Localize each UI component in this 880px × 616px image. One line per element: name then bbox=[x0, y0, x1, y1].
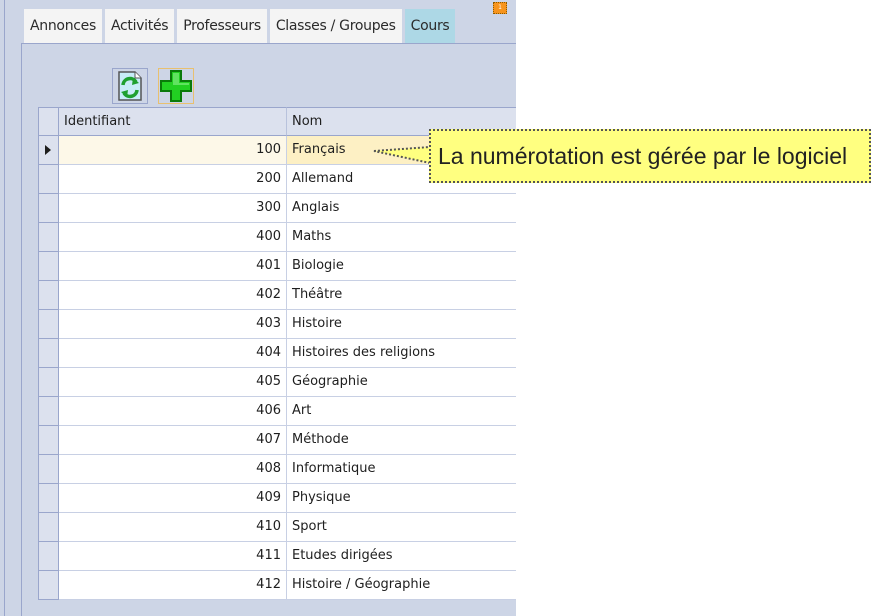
row-header[interactable] bbox=[38, 426, 59, 455]
cell-identifiant[interactable]: 200 bbox=[59, 165, 287, 194]
column-header-identifiant[interactable]: Identifiant bbox=[59, 107, 287, 136]
cell-nom[interactable]: Histoire bbox=[287, 310, 516, 339]
cell-identifiant[interactable]: 411 bbox=[59, 542, 287, 571]
row-header[interactable] bbox=[38, 223, 59, 252]
row-header[interactable] bbox=[38, 571, 59, 600]
cell-identifiant[interactable]: 409 bbox=[59, 484, 287, 513]
tab-annonces[interactable]: Annonces bbox=[24, 9, 102, 43]
cell-identifiant[interactable]: 403 bbox=[59, 310, 287, 339]
cell-identifiant[interactable]: 406 bbox=[59, 397, 287, 426]
table-row[interactable]: 405 Géographie bbox=[38, 368, 516, 397]
table-row[interactable]: 404 Histoires des religions bbox=[38, 339, 516, 368]
tab-cours[interactable]: Cours bbox=[404, 9, 456, 43]
cell-identifiant[interactable]: 402 bbox=[59, 281, 287, 310]
cell-identifiant[interactable]: 400 bbox=[59, 223, 287, 252]
row-header[interactable] bbox=[38, 484, 59, 513]
cell-identifiant[interactable]: 300 bbox=[59, 194, 287, 223]
row-header[interactable] bbox=[38, 252, 59, 281]
table-row[interactable]: 407 Méthode bbox=[38, 426, 516, 455]
row-header[interactable] bbox=[38, 310, 59, 339]
cell-nom[interactable]: Histoires des religions bbox=[287, 339, 516, 368]
table-row[interactable]: 410 Sport bbox=[38, 513, 516, 542]
cell-nom[interactable]: Géographie bbox=[287, 368, 516, 397]
table-row[interactable]: 406 Art bbox=[38, 397, 516, 426]
row-header[interactable] bbox=[38, 397, 59, 426]
cell-nom[interactable]: Méthode bbox=[287, 426, 516, 455]
table-row[interactable]: 401 Biologie bbox=[38, 252, 516, 281]
tab-classes-groupes[interactable]: Classes / Groupes bbox=[269, 9, 402, 43]
cell-nom[interactable]: Informatique bbox=[287, 455, 516, 484]
cell-identifiant[interactable]: 412 bbox=[59, 571, 287, 600]
row-header[interactable] bbox=[38, 165, 59, 194]
cell-nom[interactable]: Sport bbox=[287, 513, 516, 542]
row-header[interactable] bbox=[38, 513, 59, 542]
row-header[interactable] bbox=[38, 542, 59, 571]
current-row-indicator-icon bbox=[45, 145, 51, 155]
row-header[interactable] bbox=[38, 281, 59, 310]
row-header[interactable] bbox=[38, 368, 59, 397]
table-row[interactable]: 400 Maths bbox=[38, 223, 516, 252]
window-border bbox=[4, 0, 5, 616]
annotation-callout: La numérotation est gérée par le logicie… bbox=[429, 129, 871, 183]
cell-identifiant[interactable]: 405 bbox=[59, 368, 287, 397]
cell-nom[interactable]: Biologie bbox=[287, 252, 516, 281]
notification-badge: 1 bbox=[493, 2, 507, 14]
app-window: Annonces Activités Professeurs Classes /… bbox=[0, 0, 516, 616]
table-row[interactable]: 409 Physique bbox=[38, 484, 516, 513]
tab-activites[interactable]: Activités bbox=[104, 9, 175, 43]
tab-bar: Annonces Activités Professeurs Classes /… bbox=[24, 9, 456, 43]
row-header[interactable] bbox=[38, 194, 59, 223]
cell-nom[interactable]: Anglais bbox=[287, 194, 516, 223]
cell-nom[interactable]: Etudes dirigées bbox=[287, 542, 516, 571]
refresh-button[interactable] bbox=[112, 68, 148, 104]
cell-nom[interactable]: Maths bbox=[287, 223, 516, 252]
cell-nom[interactable]: Histoire / Géographie bbox=[287, 571, 516, 600]
cell-nom[interactable]: Art bbox=[287, 397, 516, 426]
tab-professeurs[interactable]: Professeurs bbox=[177, 9, 267, 43]
table-row[interactable]: 403 Histoire bbox=[38, 310, 516, 339]
table-row[interactable]: 412 Histoire / Géographie bbox=[38, 571, 516, 600]
add-plus-icon bbox=[160, 70, 192, 102]
refresh-icon bbox=[118, 71, 142, 101]
cell-identifiant[interactable]: 408 bbox=[59, 455, 287, 484]
cell-nom[interactable]: Physique bbox=[287, 484, 516, 513]
cell-identifiant[interactable]: 100 bbox=[59, 136, 287, 165]
cell-identifiant[interactable]: 410 bbox=[59, 513, 287, 542]
table-row[interactable]: 408 Informatique bbox=[38, 455, 516, 484]
table-row[interactable]: 402 Théâtre bbox=[38, 281, 516, 310]
table-row[interactable]: 300 Anglais bbox=[38, 194, 516, 223]
table-row[interactable]: 411 Etudes dirigées bbox=[38, 542, 516, 571]
row-header-corner[interactable] bbox=[38, 107, 59, 136]
row-header[interactable] bbox=[38, 136, 59, 165]
cell-identifiant[interactable]: 407 bbox=[59, 426, 287, 455]
row-header[interactable] bbox=[38, 455, 59, 484]
cell-nom[interactable]: Théâtre bbox=[287, 281, 516, 310]
callout-pointer bbox=[373, 145, 431, 165]
row-header[interactable] bbox=[38, 339, 59, 368]
add-button[interactable] bbox=[158, 68, 194, 104]
cell-identifiant[interactable]: 404 bbox=[59, 339, 287, 368]
grid-body: 100 Français 200 Allemand 300 Anglais 400 Maths… bbox=[38, 136, 516, 600]
cell-identifiant[interactable]: 401 bbox=[59, 252, 287, 281]
